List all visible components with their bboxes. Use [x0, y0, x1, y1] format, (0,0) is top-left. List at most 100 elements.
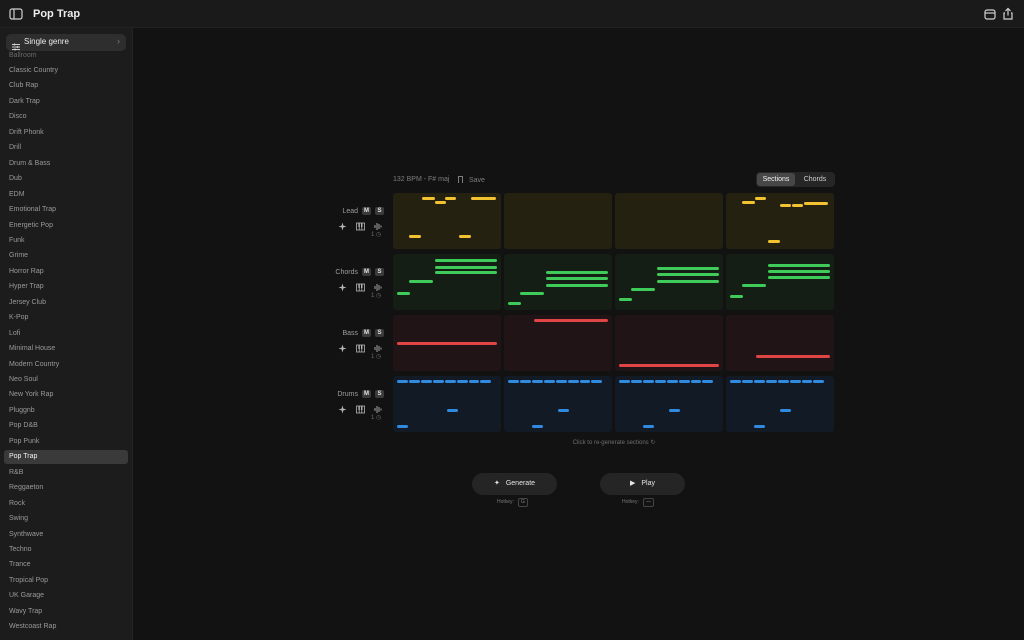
play-hotkey: Hotkey: — [622, 498, 654, 507]
genre-item-partial[interactable]: Ballroom [4, 49, 128, 63]
window-icon[interactable] [982, 6, 998, 22]
genre-item[interactable]: Dark Trap [4, 95, 128, 109]
section-cell[interactable] [615, 193, 723, 249]
genre-item[interactable]: Classic Country [4, 64, 128, 78]
genre-item[interactable]: Jersey Club [4, 296, 128, 310]
note [742, 380, 753, 384]
solo-button[interactable]: S [375, 329, 384, 337]
genre-item[interactable]: Lofi [4, 327, 128, 341]
genre-item[interactable]: Hyper Trap [4, 280, 128, 294]
genre-item[interactable]: Club Rap [4, 79, 128, 93]
note [768, 240, 780, 244]
genre-item[interactable]: Westcoast Rap [4, 620, 128, 634]
regenerate-track-icon[interactable] [338, 218, 347, 236]
section-cell[interactable] [615, 254, 723, 310]
section-cell[interactable] [615, 376, 723, 432]
section-cell[interactable] [504, 376, 612, 432]
note [546, 271, 608, 275]
genre-item[interactable]: Reggaeton [4, 481, 128, 495]
genre-item[interactable]: EDM [4, 188, 128, 202]
genre-item[interactable]: Energetic Pop [4, 219, 128, 233]
genre-item[interactable]: Rock [4, 497, 128, 511]
genre-item[interactable]: R&B [4, 466, 128, 480]
mute-button[interactable]: M [362, 390, 371, 398]
genre-item[interactable]: Drill [4, 141, 128, 155]
generate-button[interactable]: ✦ Generate [472, 473, 557, 495]
piano-icon[interactable] [356, 401, 365, 419]
track-label: Drums [337, 391, 358, 398]
note [546, 284, 608, 288]
window-title: Pop Trap [33, 8, 81, 20]
sidebar-toggle-icon[interactable] [8, 6, 24, 22]
section-cell[interactable] [504, 254, 612, 310]
solo-button[interactable]: S [375, 268, 384, 276]
genre-item[interactable]: Pop Punk [4, 435, 128, 449]
note [468, 380, 480, 384]
solo-button[interactable]: S [375, 207, 384, 215]
section-cell[interactable] [393, 254, 501, 310]
section-cell[interactable] [615, 315, 723, 371]
genre-item[interactable]: Grime [4, 249, 128, 263]
note [508, 380, 520, 384]
tab-chords[interactable]: Chords [796, 173, 834, 186]
note [458, 235, 471, 238]
piano-icon[interactable] [356, 340, 365, 358]
genre-item[interactable]: Drift Phonk [4, 126, 128, 140]
genre-item[interactable]: Pop D&B [4, 419, 128, 433]
genre-item[interactable]: K-Pop [4, 311, 128, 325]
play-button[interactable]: ▶ Play [600, 473, 685, 495]
genre-item[interactable]: UK Garage [4, 589, 128, 603]
genre-item[interactable]: Synthwave [4, 528, 128, 542]
section-cell[interactable] [726, 193, 834, 249]
genre-item[interactable]: Pop Trap [4, 450, 128, 465]
genre-item[interactable]: Modern Country [4, 358, 128, 372]
note [765, 380, 777, 384]
regenerate-track-icon[interactable] [338, 279, 347, 297]
genre-item[interactable]: Tropical Pop [4, 574, 128, 588]
share-icon[interactable] [1000, 6, 1016, 22]
note [532, 380, 543, 384]
genre-item[interactable]: Techno [4, 543, 128, 557]
mute-button[interactable]: M [362, 268, 371, 276]
section-cell[interactable] [393, 193, 501, 249]
genre-item[interactable]: Emotional Trap [4, 203, 128, 217]
note [754, 425, 765, 429]
solo-button[interactable]: S [375, 390, 384, 398]
piano-icon[interactable] [356, 218, 365, 236]
section-cell[interactable] [393, 315, 501, 371]
genre-item[interactable]: Wavy Trap [4, 605, 128, 619]
genre-item[interactable]: Pluggnb [4, 404, 128, 418]
note [558, 409, 569, 413]
note [409, 279, 433, 283]
mute-button[interactable]: M [362, 207, 371, 215]
regenerate-track-icon[interactable] [338, 340, 347, 358]
genre-item[interactable]: Disco [4, 110, 128, 124]
mute-button[interactable]: M [362, 329, 371, 337]
section-cell[interactable] [504, 193, 612, 249]
tab-sections[interactable]: Sections [757, 173, 795, 186]
note [742, 201, 756, 205]
regenerate-hint[interactable]: Click to re-generate sections ↻ [393, 439, 835, 446]
genre-item[interactable]: Horror Rap [4, 265, 128, 279]
piano-icon[interactable] [356, 279, 365, 297]
note [777, 380, 789, 384]
genre-item[interactable]: Trance [4, 558, 128, 572]
genre-item[interactable]: Neo Soul [4, 373, 128, 387]
genre-item[interactable]: Swing [4, 512, 128, 526]
genre-item[interactable]: Minimal House [4, 342, 128, 356]
section-cell[interactable] [726, 254, 834, 310]
genre-item[interactable]: Dub [4, 172, 128, 186]
note [768, 275, 830, 279]
genre-item[interactable]: Drum & Bass [4, 157, 128, 171]
note [397, 380, 409, 384]
note [730, 295, 744, 299]
save-button[interactable]: Save [458, 176, 485, 184]
regenerate-track-icon[interactable] [338, 401, 347, 419]
genre-item[interactable]: New York Rap [4, 388, 128, 402]
genre-item[interactable]: Funk [4, 234, 128, 248]
section-cell[interactable] [393, 376, 501, 432]
section-cell[interactable] [726, 376, 834, 432]
note [654, 380, 666, 384]
section-cell[interactable] [726, 315, 834, 371]
section-cell[interactable] [504, 315, 612, 371]
